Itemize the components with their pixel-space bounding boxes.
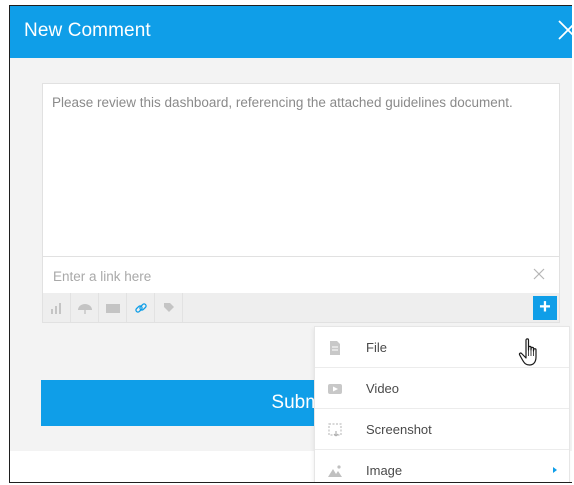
- attachment-toolbar: +: [43, 293, 559, 322]
- close-icon[interactable]: [558, 19, 572, 41]
- menu-item-image[interactable]: Image: [315, 450, 569, 482]
- menu-item-label: File: [366, 340, 387, 355]
- submenu-arrow-icon: [553, 467, 557, 473]
- comment-composer: Please review this dashboard, referencin…: [42, 83, 560, 323]
- comment-textarea[interactable]: Please review this dashboard, referencin…: [52, 94, 550, 112]
- tag-icon[interactable]: [155, 293, 183, 322]
- menu-item-label: Image: [366, 463, 403, 478]
- panel-icon[interactable]: [99, 293, 127, 322]
- dialog-title: New Comment: [24, 20, 151, 41]
- screenshot-icon: [328, 423, 342, 437]
- link-icon[interactable]: [127, 293, 155, 322]
- link-row: [43, 256, 559, 293]
- menu-item-video[interactable]: Video: [315, 368, 569, 409]
- hand-cursor-icon: [518, 338, 537, 366]
- menu-item-label: Screenshot: [366, 422, 432, 437]
- clear-link-icon[interactable]: [533, 268, 545, 280]
- video-icon: [328, 384, 342, 394]
- add-attachment-button[interactable]: +: [533, 296, 557, 320]
- link-input[interactable]: [51, 264, 515, 288]
- new-comment-dialog: New Comment Please review this dashboard…: [9, 5, 572, 483]
- umbrella-icon[interactable]: [71, 293, 99, 322]
- menu-item-label: Video: [366, 381, 400, 396]
- menu-item-screenshot[interactable]: Screenshot: [315, 409, 569, 450]
- dialog-header: New Comment: [10, 6, 572, 58]
- file-icon: [330, 341, 340, 355]
- chart-icon[interactable]: [43, 293, 71, 322]
- image-icon: [328, 465, 342, 477]
